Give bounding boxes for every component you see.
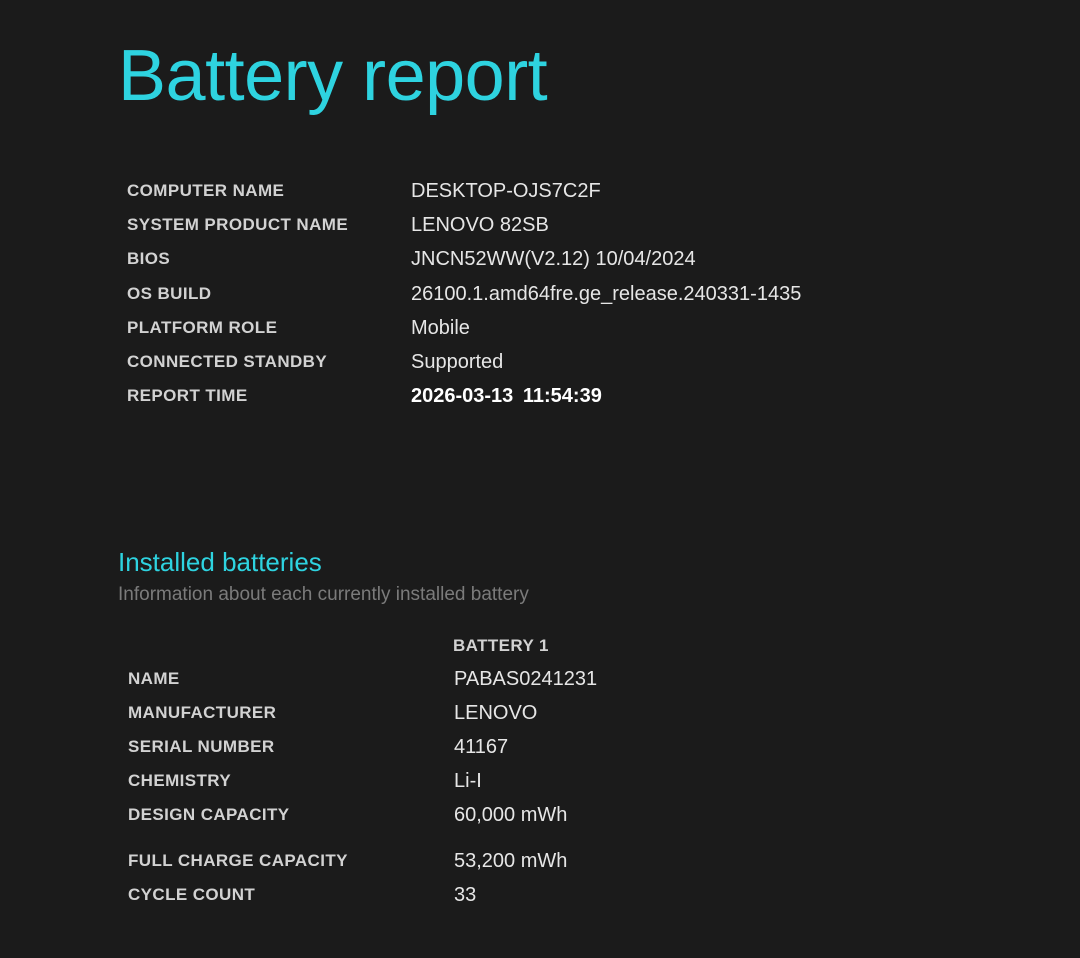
info-value: DESKTOP-OJS7C2F — [411, 180, 601, 202]
info-value: 26100.1.amd64fre.ge_release.240331-1435 — [411, 282, 802, 305]
page-title: Battery report — [118, 36, 548, 116]
battery-value: LENOVO — [454, 702, 538, 724]
battery-value: 33 — [454, 884, 477, 906]
battery-label: DESIGN CAPACITY — [128, 805, 290, 824]
battery-label: MANUFACTURER — [128, 703, 277, 722]
info-label: SYSTEM PRODUCT NAME — [127, 215, 349, 235]
info-value: Mobile — [411, 316, 470, 339]
battery-label: NAME — [128, 669, 180, 688]
installed-batteries-subtitle: Information about each currently install… — [118, 584, 529, 605]
info-value: LENOVO 82SB — [411, 214, 549, 237]
battery-label: CHEMISTRY — [128, 771, 232, 790]
installed-batteries-heading: Installed batteries — [118, 547, 322, 577]
info-value: JNCN52WW(V2.12) 10/04/2024 — [411, 248, 696, 271]
battery-column-header: BATTERY 1 — [453, 636, 549, 655]
info-label: BIOS — [127, 249, 171, 269]
report-time-value: 2026-03-13 11:54:39 — [411, 385, 602, 408]
battery-value: PABAS0241231 — [454, 668, 598, 690]
battery-value: 60,000 mWh — [454, 804, 568, 826]
info-label: PLATFORM ROLE — [127, 317, 278, 337]
info-label: OS BUILD — [127, 283, 212, 303]
battery-label: FULL CHARGE CAPACITY — [128, 851, 348, 870]
info-label: CONNECTED STANDBY — [127, 351, 328, 371]
info-value: Supported — [411, 350, 504, 373]
battery-value: 53,200 mWh — [454, 850, 568, 872]
battery-value: Li-I — [454, 770, 482, 792]
info-label: COMPUTER NAME — [127, 181, 285, 200]
battery-label: SERIAL NUMBER — [128, 737, 275, 756]
battery-value: 41167 — [454, 736, 509, 758]
info-label: REPORT TIME — [127, 386, 248, 406]
battery-label: CYCLE COUNT — [128, 885, 256, 904]
